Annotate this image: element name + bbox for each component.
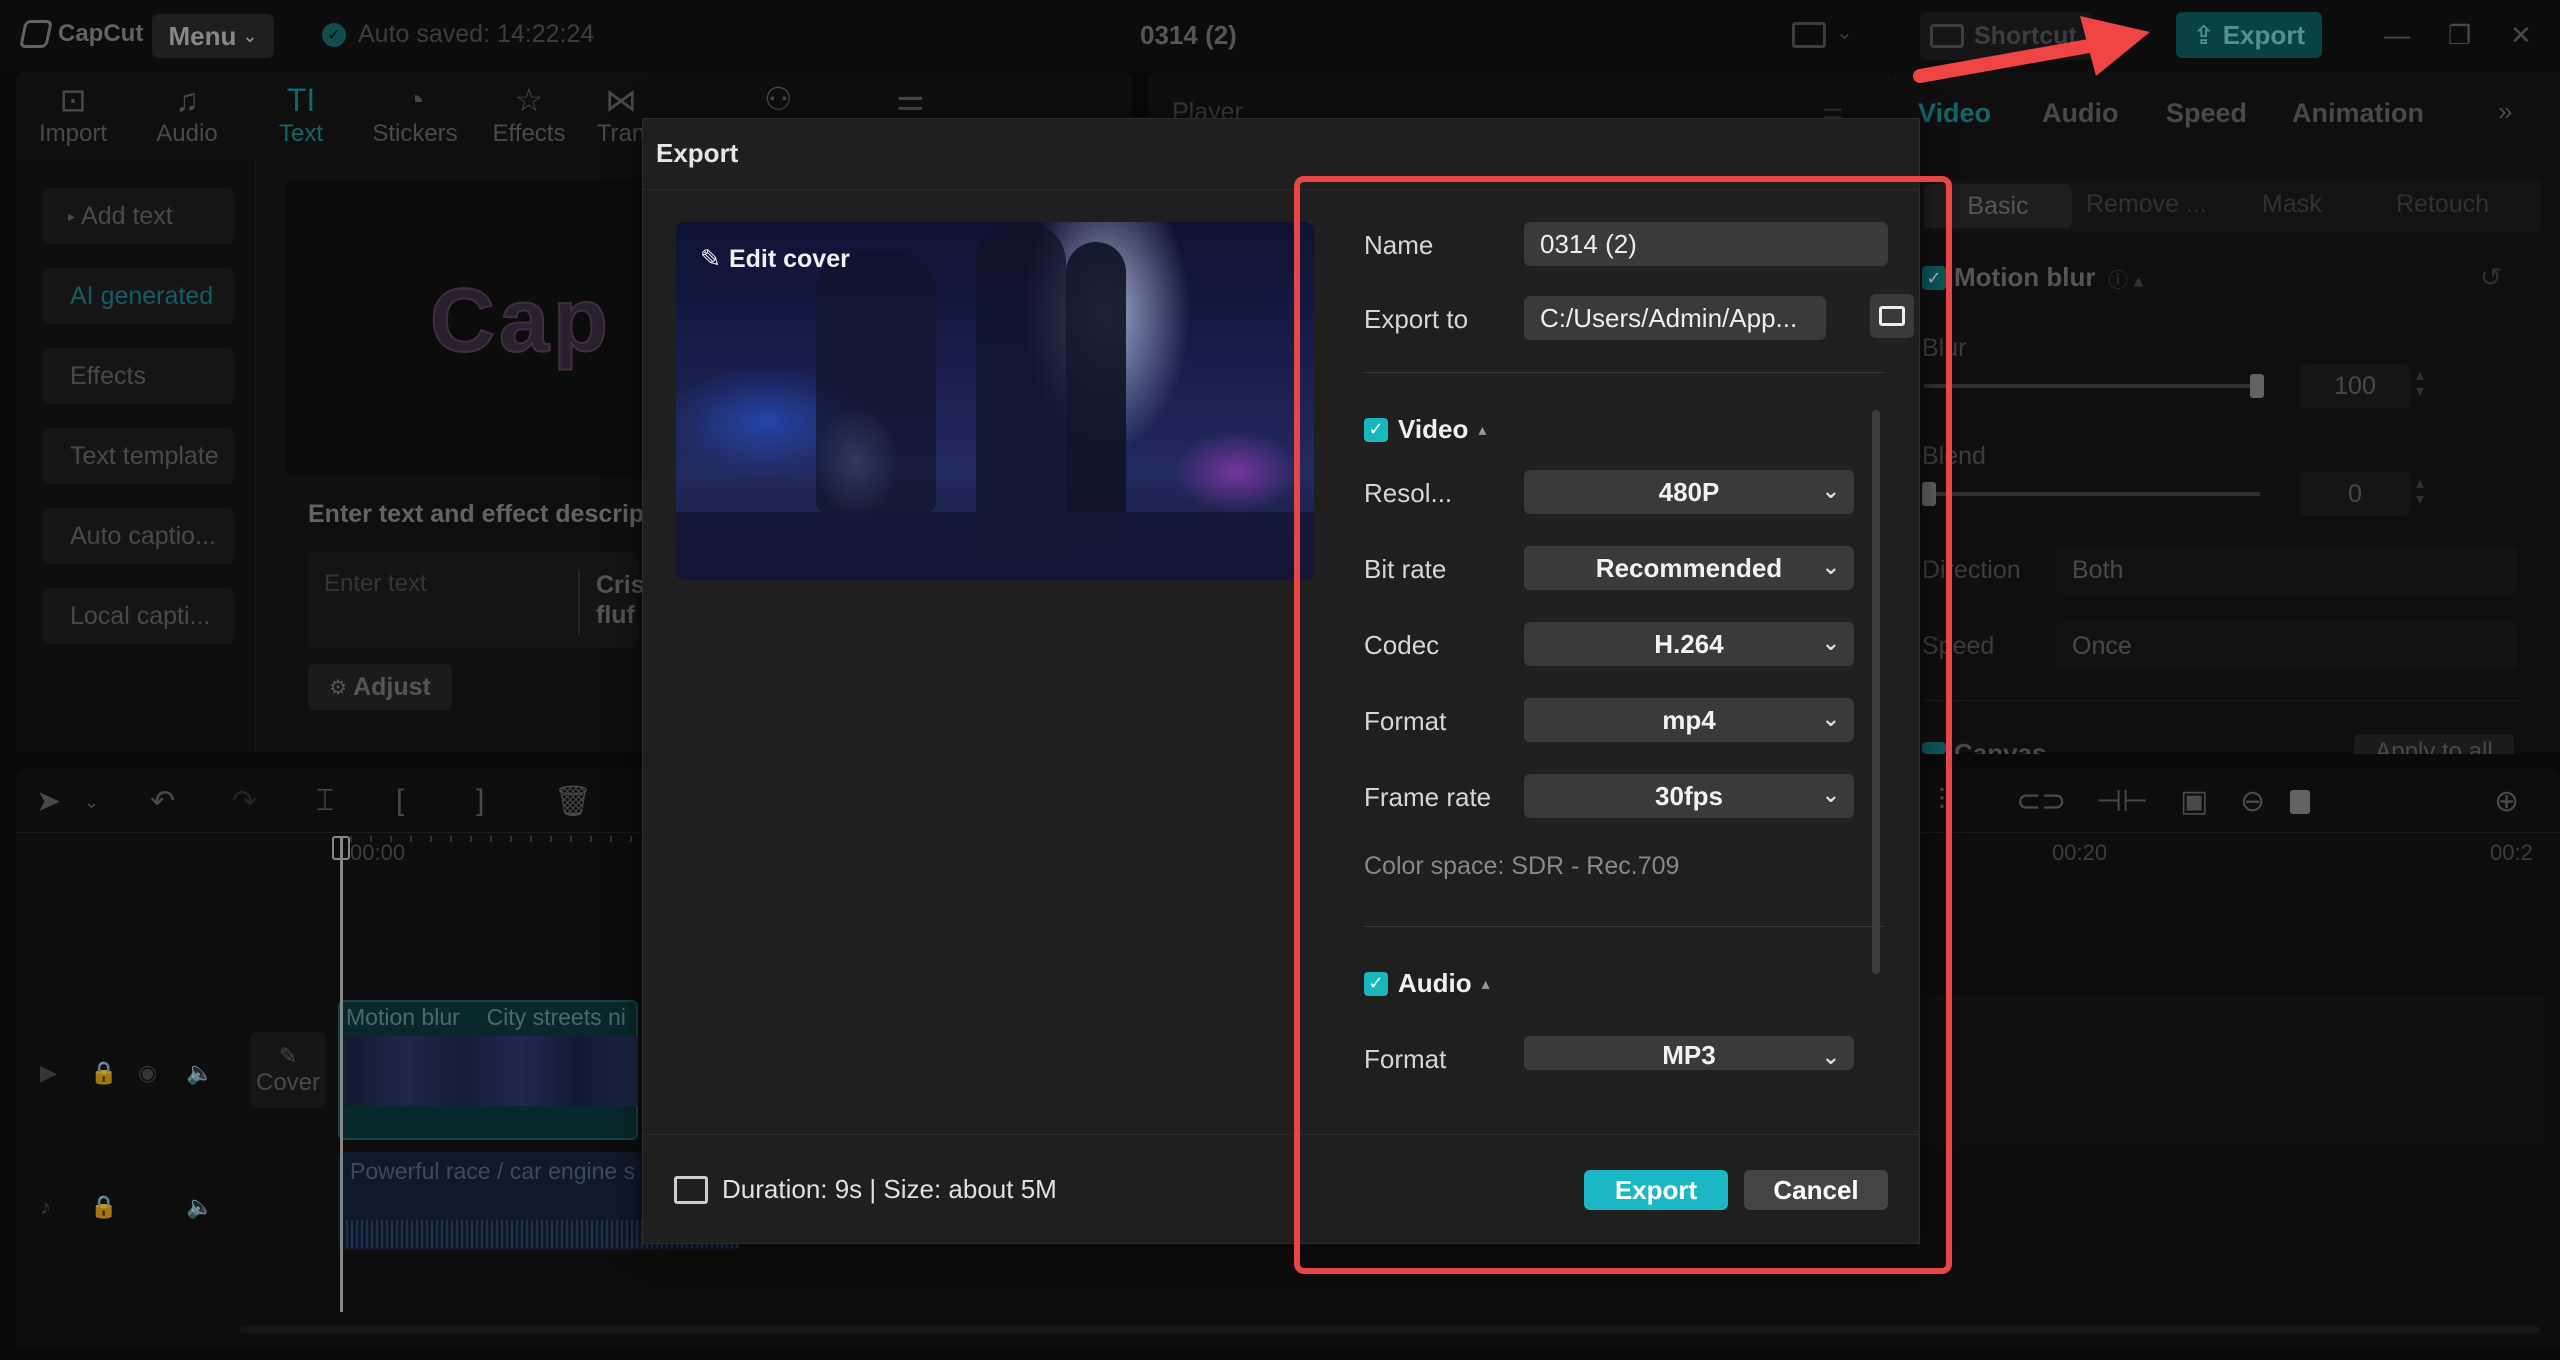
edit-cover-label: Edit cover — [728, 244, 850, 273]
duration-text: Duration: 9s | Size: about 5M — [722, 1174, 1057, 1204]
arrow-annotation — [1913, 16, 2150, 83]
highlight-annotation — [1294, 176, 1952, 1274]
arrow-head — [2080, 16, 2150, 76]
export-dialog-title: Export — [656, 138, 739, 168]
duration-info: Duration: 9s | Size: about 5M — [674, 1174, 1057, 1205]
edit-cover-button[interactable]: ✎ Edit cover — [700, 244, 850, 274]
street — [676, 512, 1314, 580]
film-icon — [674, 1175, 708, 1204]
pencil-icon: ✎ — [700, 245, 721, 273]
cover-preview-image[interactable] — [676, 222, 1314, 580]
silhouette — [1066, 242, 1126, 542]
silhouette — [816, 252, 936, 512]
silhouette — [976, 222, 1066, 552]
arrow-shaft — [1913, 37, 2107, 83]
